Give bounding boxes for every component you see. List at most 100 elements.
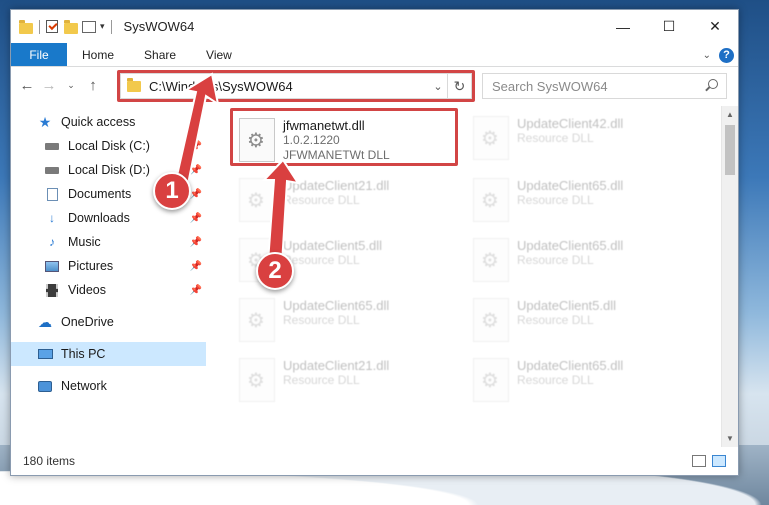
sidebar-item-label: Network (61, 379, 107, 393)
file-name: jfwmanetwt.dll (283, 118, 365, 133)
properties-icon[interactable] (82, 20, 96, 34)
sidebar-item-label: OneDrive (61, 315, 114, 329)
sidebar-item-downloads[interactable]: ↓ Downloads 📌 (11, 206, 206, 230)
sidebar-item-label: Pictures (68, 259, 114, 273)
dll-gear-icon (473, 116, 509, 160)
file-version: Resource DLL (283, 253, 360, 267)
dll-gear-icon (239, 178, 275, 222)
expand-ribbon-chevron-icon[interactable]: ⌄ (703, 50, 711, 61)
dll-gear-icon (473, 178, 509, 222)
sidebar-item-videos[interactable]: Videos 📌 (11, 278, 206, 302)
scroll-down-arrow-icon[interactable]: ▼ (722, 430, 738, 447)
ribbon-tabs: File Home Share View ⌄ ? (11, 43, 738, 67)
file-name: UpdateClient42.dll (517, 116, 624, 131)
help-icon[interactable]: ? (719, 47, 734, 63)
file-name: UpdateClient5.dll (517, 298, 617, 313)
vertical-scrollbar[interactable]: ▲ ▼ (721, 106, 738, 447)
details-view-icon[interactable] (692, 455, 706, 467)
new-folder-icon[interactable] (64, 19, 78, 34)
sidebar-item-label: Local Disk (D:) (68, 163, 150, 177)
drive-icon (44, 163, 60, 177)
search-placeholder: Search SysWOW64 (492, 78, 608, 94)
maximize-button[interactable]: ☐ (646, 10, 692, 43)
file-tile[interactable]: UpdateClient65.dllResource DLL (465, 172, 695, 230)
customize-toolbar-chevron-icon[interactable]: ▾ (100, 21, 105, 32)
music-icon: ♪ (49, 235, 55, 249)
file-name: UpdateClient65.dll (517, 238, 624, 253)
refresh-icon[interactable]: ↻ (447, 74, 471, 98)
sidebar-item-pictures[interactable]: Pictures 📌 (11, 254, 206, 278)
pin-icon[interactable]: 📌 (190, 189, 202, 200)
minimize-button[interactable]: — (600, 10, 646, 43)
sidebar-item-network[interactable]: Network (11, 374, 206, 398)
file-tile[interactable]: UpdateClient42.dllResource DLL (465, 110, 695, 168)
quick-access-toolbar: ▾ (19, 19, 114, 34)
toolbar-divider (110, 19, 112, 34)
address-history-chevron-icon[interactable]: ⌄ (429, 80, 447, 93)
downloads-icon: ↓ (49, 211, 55, 225)
toolbar-divider (39, 19, 40, 34)
sidebar-item-local-disk-c[interactable]: Local Disk (C:) 📌 (11, 134, 206, 158)
forward-arrow-icon[interactable]: → (38, 77, 60, 94)
tab-share[interactable]: Share (129, 43, 191, 66)
sidebar-item-this-pc[interactable]: This PC (11, 342, 206, 366)
sidebar-item-quick-access[interactable]: ★ Quick access (11, 110, 206, 134)
pin-icon[interactable]: 📌 (190, 237, 202, 248)
file-version: Resource DLL (517, 373, 594, 387)
pin-icon[interactable]: 📌 (190, 165, 202, 176)
file-name: UpdateClient65.dll (517, 178, 624, 193)
tab-home[interactable]: Home (67, 43, 129, 66)
tab-file[interactable]: File (11, 43, 67, 66)
properties-check-icon[interactable] (46, 19, 60, 34)
file-tile[interactable]: UpdateClient65.dllResource DLL (465, 232, 695, 290)
network-icon (37, 379, 53, 393)
scroll-up-arrow-icon[interactable]: ▲ (722, 106, 738, 123)
file-tile[interactable]: UpdateClient65.dllResource DLL (465, 352, 695, 410)
status-bar: 180 items (11, 447, 738, 475)
sidebar-item-label: Documents (68, 187, 132, 201)
sidebar-item-label: Downloads (68, 211, 130, 225)
file-tile[interactable]: UpdateClient21.dllResource DLL (231, 172, 461, 230)
dll-gear-icon (239, 298, 275, 342)
dll-gear-icon (239, 118, 275, 162)
address-path[interactable]: C:\Windows\SysWOW64 (149, 79, 429, 94)
title-bar: ▾ SysWOW64 — ☐ ✕ (11, 10, 738, 43)
pictures-icon (44, 259, 60, 273)
file-tile[interactable]: UpdateClient5.dllResource DLL (465, 292, 695, 350)
file-version: Resource DLL (517, 253, 594, 267)
file-name: UpdateClient21.dll (283, 358, 390, 373)
search-icon[interactable] (708, 79, 718, 89)
pin-icon[interactable]: 📌 (190, 285, 202, 296)
file-explorer-window: ▾ SysWOW64 — ☐ ✕ File Home Share View ⌄ … (10, 9, 739, 476)
file-tile-jfwmanetwt[interactable]: jfwmanetwt.dll 1.0.2.1220 JFWMANETWt DLL (231, 112, 461, 170)
file-tile[interactable]: UpdateClient65.dllResource DLL (231, 292, 461, 350)
sidebar-item-music[interactable]: ♪ Music 📌 (11, 230, 206, 254)
tab-view[interactable]: View (191, 43, 247, 66)
star-icon: ★ (38, 113, 52, 130)
pin-icon[interactable]: 📌 (190, 141, 202, 152)
computer-icon (37, 347, 53, 361)
address-bar[interactable]: C:\Windows\SysWOW64 ⌄ ↻ (120, 73, 472, 99)
sidebar-item-label: This PC (61, 347, 106, 361)
file-name: UpdateClient65.dll (283, 298, 390, 313)
close-button[interactable]: ✕ (692, 10, 738, 43)
pin-icon[interactable]: 📌 (190, 261, 202, 272)
file-tile[interactable]: UpdateClient21.dllResource DLL (231, 352, 461, 410)
sidebar-item-label: Local Disk (C:) (68, 139, 150, 153)
file-description: JFWMANETWt DLL (283, 148, 390, 162)
scrollbar-thumb[interactable] (725, 125, 735, 175)
sidebar-item-onedrive[interactable]: ☁ OneDrive (11, 310, 206, 334)
search-input[interactable]: Search SysWOW64 (482, 73, 727, 99)
recent-locations-chevron-icon[interactable]: ⌄ (60, 80, 82, 91)
folder-icon (127, 77, 141, 92)
file-name: UpdateClient5.dll (283, 238, 383, 253)
up-arrow-icon[interactable]: ↑ (82, 77, 104, 94)
back-arrow-icon[interactable]: ← (16, 77, 38, 94)
file-name: UpdateClient21.dll (283, 178, 390, 193)
file-version: Resource DLL (283, 373, 360, 387)
file-version: Resource DLL (283, 193, 360, 207)
pin-icon[interactable]: 📌 (190, 213, 202, 224)
file-version: Resource DLL (517, 313, 594, 327)
large-icons-view-icon[interactable] (712, 455, 726, 467)
sidebar-item-label: Videos (68, 283, 106, 297)
